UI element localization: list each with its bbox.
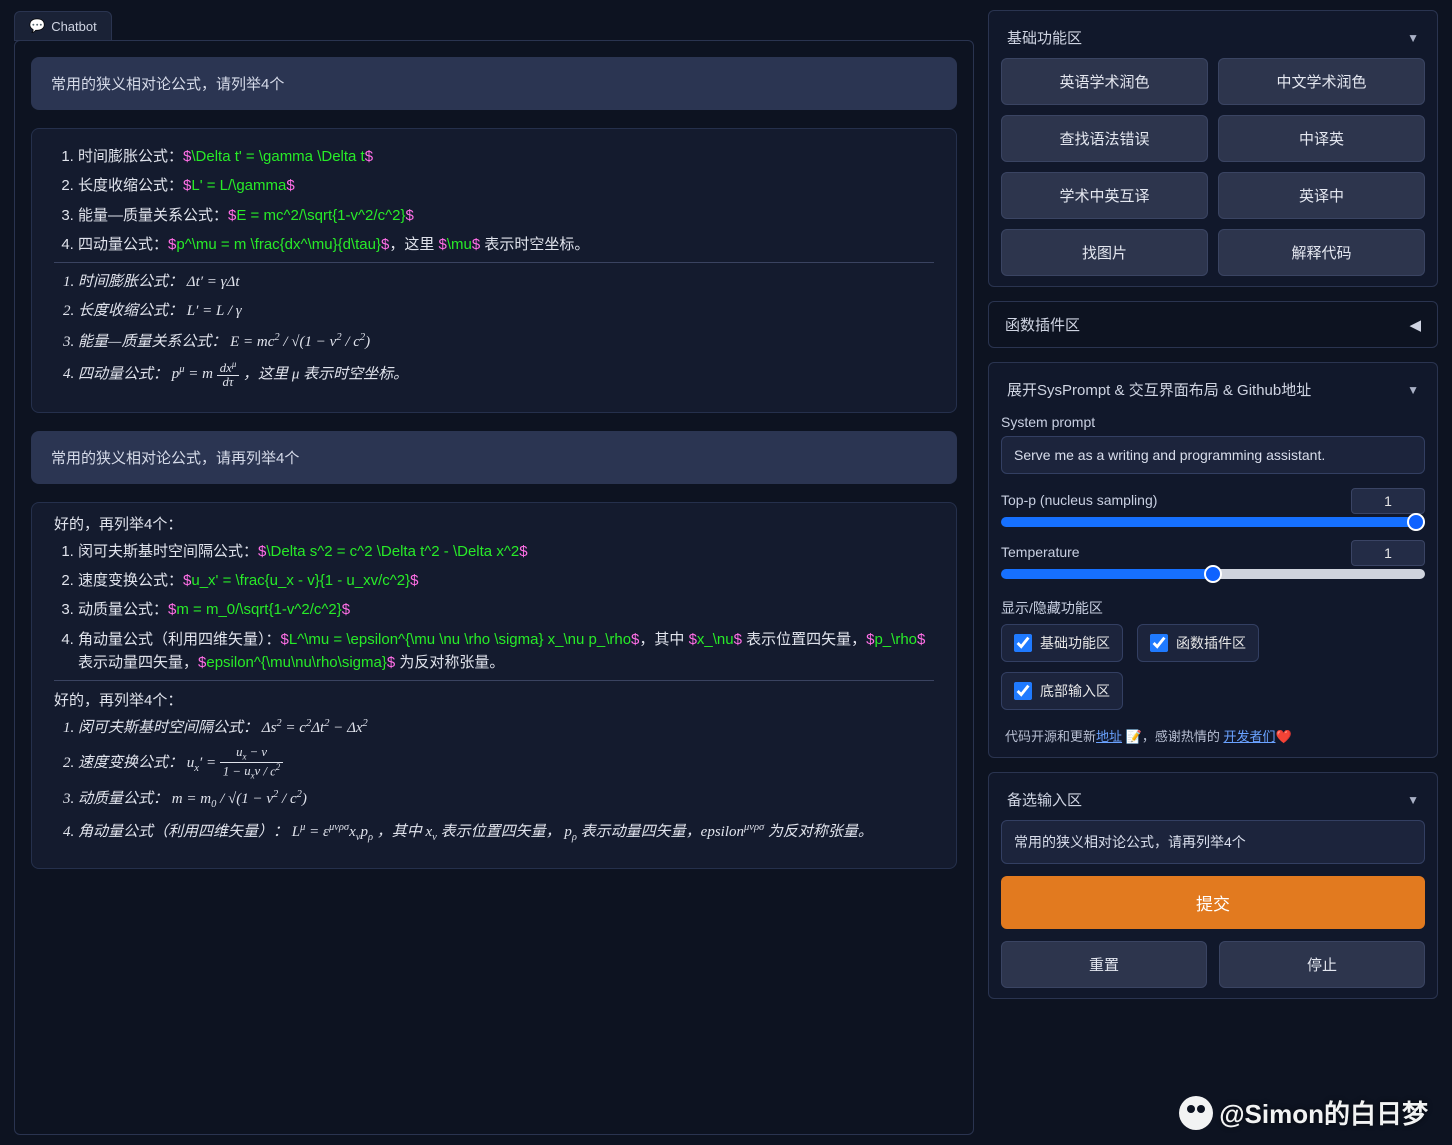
visibility-label: 显示/隐藏功能区 — [1001, 598, 1425, 618]
advanced-panel: 展开SysPrompt & 交互界面布局 & Github地址 ▼ System… — [988, 362, 1438, 758]
cb-plugins[interactable]: 函数插件区 — [1137, 624, 1259, 662]
reset-button[interactable]: 重置 — [1001, 941, 1207, 988]
basic-btn-3[interactable]: 中译英 — [1218, 115, 1425, 162]
basic-btn-2[interactable]: 查找语法错误 — [1001, 115, 1208, 162]
bot-msg-2: 好的，再列举4个： 闵可夫斯基时空间隔公式：$\Delta s^2 = c^2 … — [31, 502, 957, 869]
tab-chatbot[interactable]: 💬 Chatbot — [14, 11, 112, 41]
topp-label: Top-p (nucleus sampling) — [1001, 492, 1157, 508]
chevron-down-icon: ▼ — [1407, 383, 1419, 397]
stop-button[interactable]: 停止 — [1219, 941, 1425, 988]
chat-icon: 💬 — [29, 18, 45, 34]
alt-input-header[interactable]: 备选输入区 ▼ — [1001, 783, 1425, 820]
bot2-lead2: 好的，再列举4个： — [54, 689, 934, 710]
repo-link[interactable]: 地址 — [1096, 729, 1122, 744]
sysprompt-label: System prompt — [1001, 414, 1425, 430]
alt-input-field[interactable] — [1001, 820, 1425, 864]
basic-panel: 基础功能区 ▼ 英语学术润色中文学术润色查找语法错误中译英学术中英互译英译中找图… — [988, 10, 1438, 287]
topp-slider[interactable] — [1001, 517, 1425, 527]
user-msg-2: 常用的狭义相对论公式，请再列举4个 — [31, 431, 957, 484]
basic-panel-header[interactable]: 基础功能区 ▼ — [1001, 21, 1425, 58]
basic-btn-5[interactable]: 英译中 — [1218, 172, 1425, 219]
contrib-link[interactable]: 开发者们 — [1223, 729, 1275, 744]
sysprompt-input[interactable] — [1001, 436, 1425, 474]
footer-note: 代码开源和更新地址 📝，感谢热情的 开发者们❤️ — [1001, 724, 1425, 747]
cb-basic[interactable]: 基础功能区 — [1001, 624, 1123, 662]
chevron-down-icon: ▼ — [1407, 793, 1419, 807]
basic-btn-6[interactable]: 找图片 — [1001, 229, 1208, 276]
user-msg-1: 常用的狭义相对论公式，请列举4个 — [31, 57, 957, 110]
alt-input-panel: 备选输入区 ▼ 提交 重置 停止 — [988, 772, 1438, 999]
bot-msg-1: 时间膨胀公式：$\Delta t' = \gamma \Delta t$长度收缩… — [31, 128, 957, 413]
heart-icon: ❤️ — [1275, 729, 1291, 744]
basic-btn-1[interactable]: 中文学术润色 — [1218, 58, 1425, 105]
bot2-lead: 好的，再列举4个： — [54, 513, 934, 534]
chat-scroll[interactable]: 常用的狭义相对论公式，请列举4个 时间膨胀公式：$\Delta t' = \ga… — [14, 40, 974, 1135]
temp-label: Temperature — [1001, 544, 1080, 560]
temp-slider[interactable] — [1001, 569, 1425, 579]
plugins-panel-header[interactable]: 函数插件区 ◀ — [988, 301, 1438, 348]
chevron-down-icon: ▼ — [1407, 31, 1419, 45]
temp-value[interactable]: 1 — [1351, 540, 1425, 566]
cb-bottom-input[interactable]: 底部输入区 — [1001, 672, 1123, 710]
basic-btn-7[interactable]: 解释代码 — [1218, 229, 1425, 276]
advanced-panel-header[interactable]: 展开SysPrompt & 交互界面布局 & Github地址 ▼ — [1001, 373, 1425, 410]
basic-btn-0[interactable]: 英语学术润色 — [1001, 58, 1208, 105]
chevron-left-icon: ◀ — [1409, 316, 1421, 334]
submit-button[interactable]: 提交 — [1001, 876, 1425, 929]
basic-btn-4[interactable]: 学术中英互译 — [1001, 172, 1208, 219]
topp-value[interactable]: 1 — [1351, 488, 1425, 514]
tab-label: Chatbot — [51, 19, 97, 34]
